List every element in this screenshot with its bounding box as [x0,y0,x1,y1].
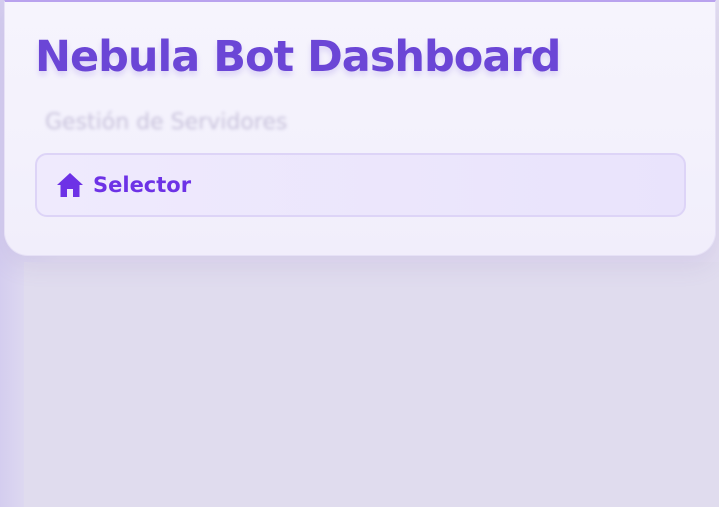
home-icon [56,172,84,198]
nav-item-selector[interactable]: Selector [35,153,686,217]
main-content-area [24,262,719,507]
page-title: Nebula Bot Dashboard [35,32,561,82]
page-subtitle: Gestión de Servidores [45,110,288,135]
nav-item-label: Selector [93,173,192,197]
header-card: Nebula Bot Dashboard Gestión de Servidor… [4,0,716,256]
